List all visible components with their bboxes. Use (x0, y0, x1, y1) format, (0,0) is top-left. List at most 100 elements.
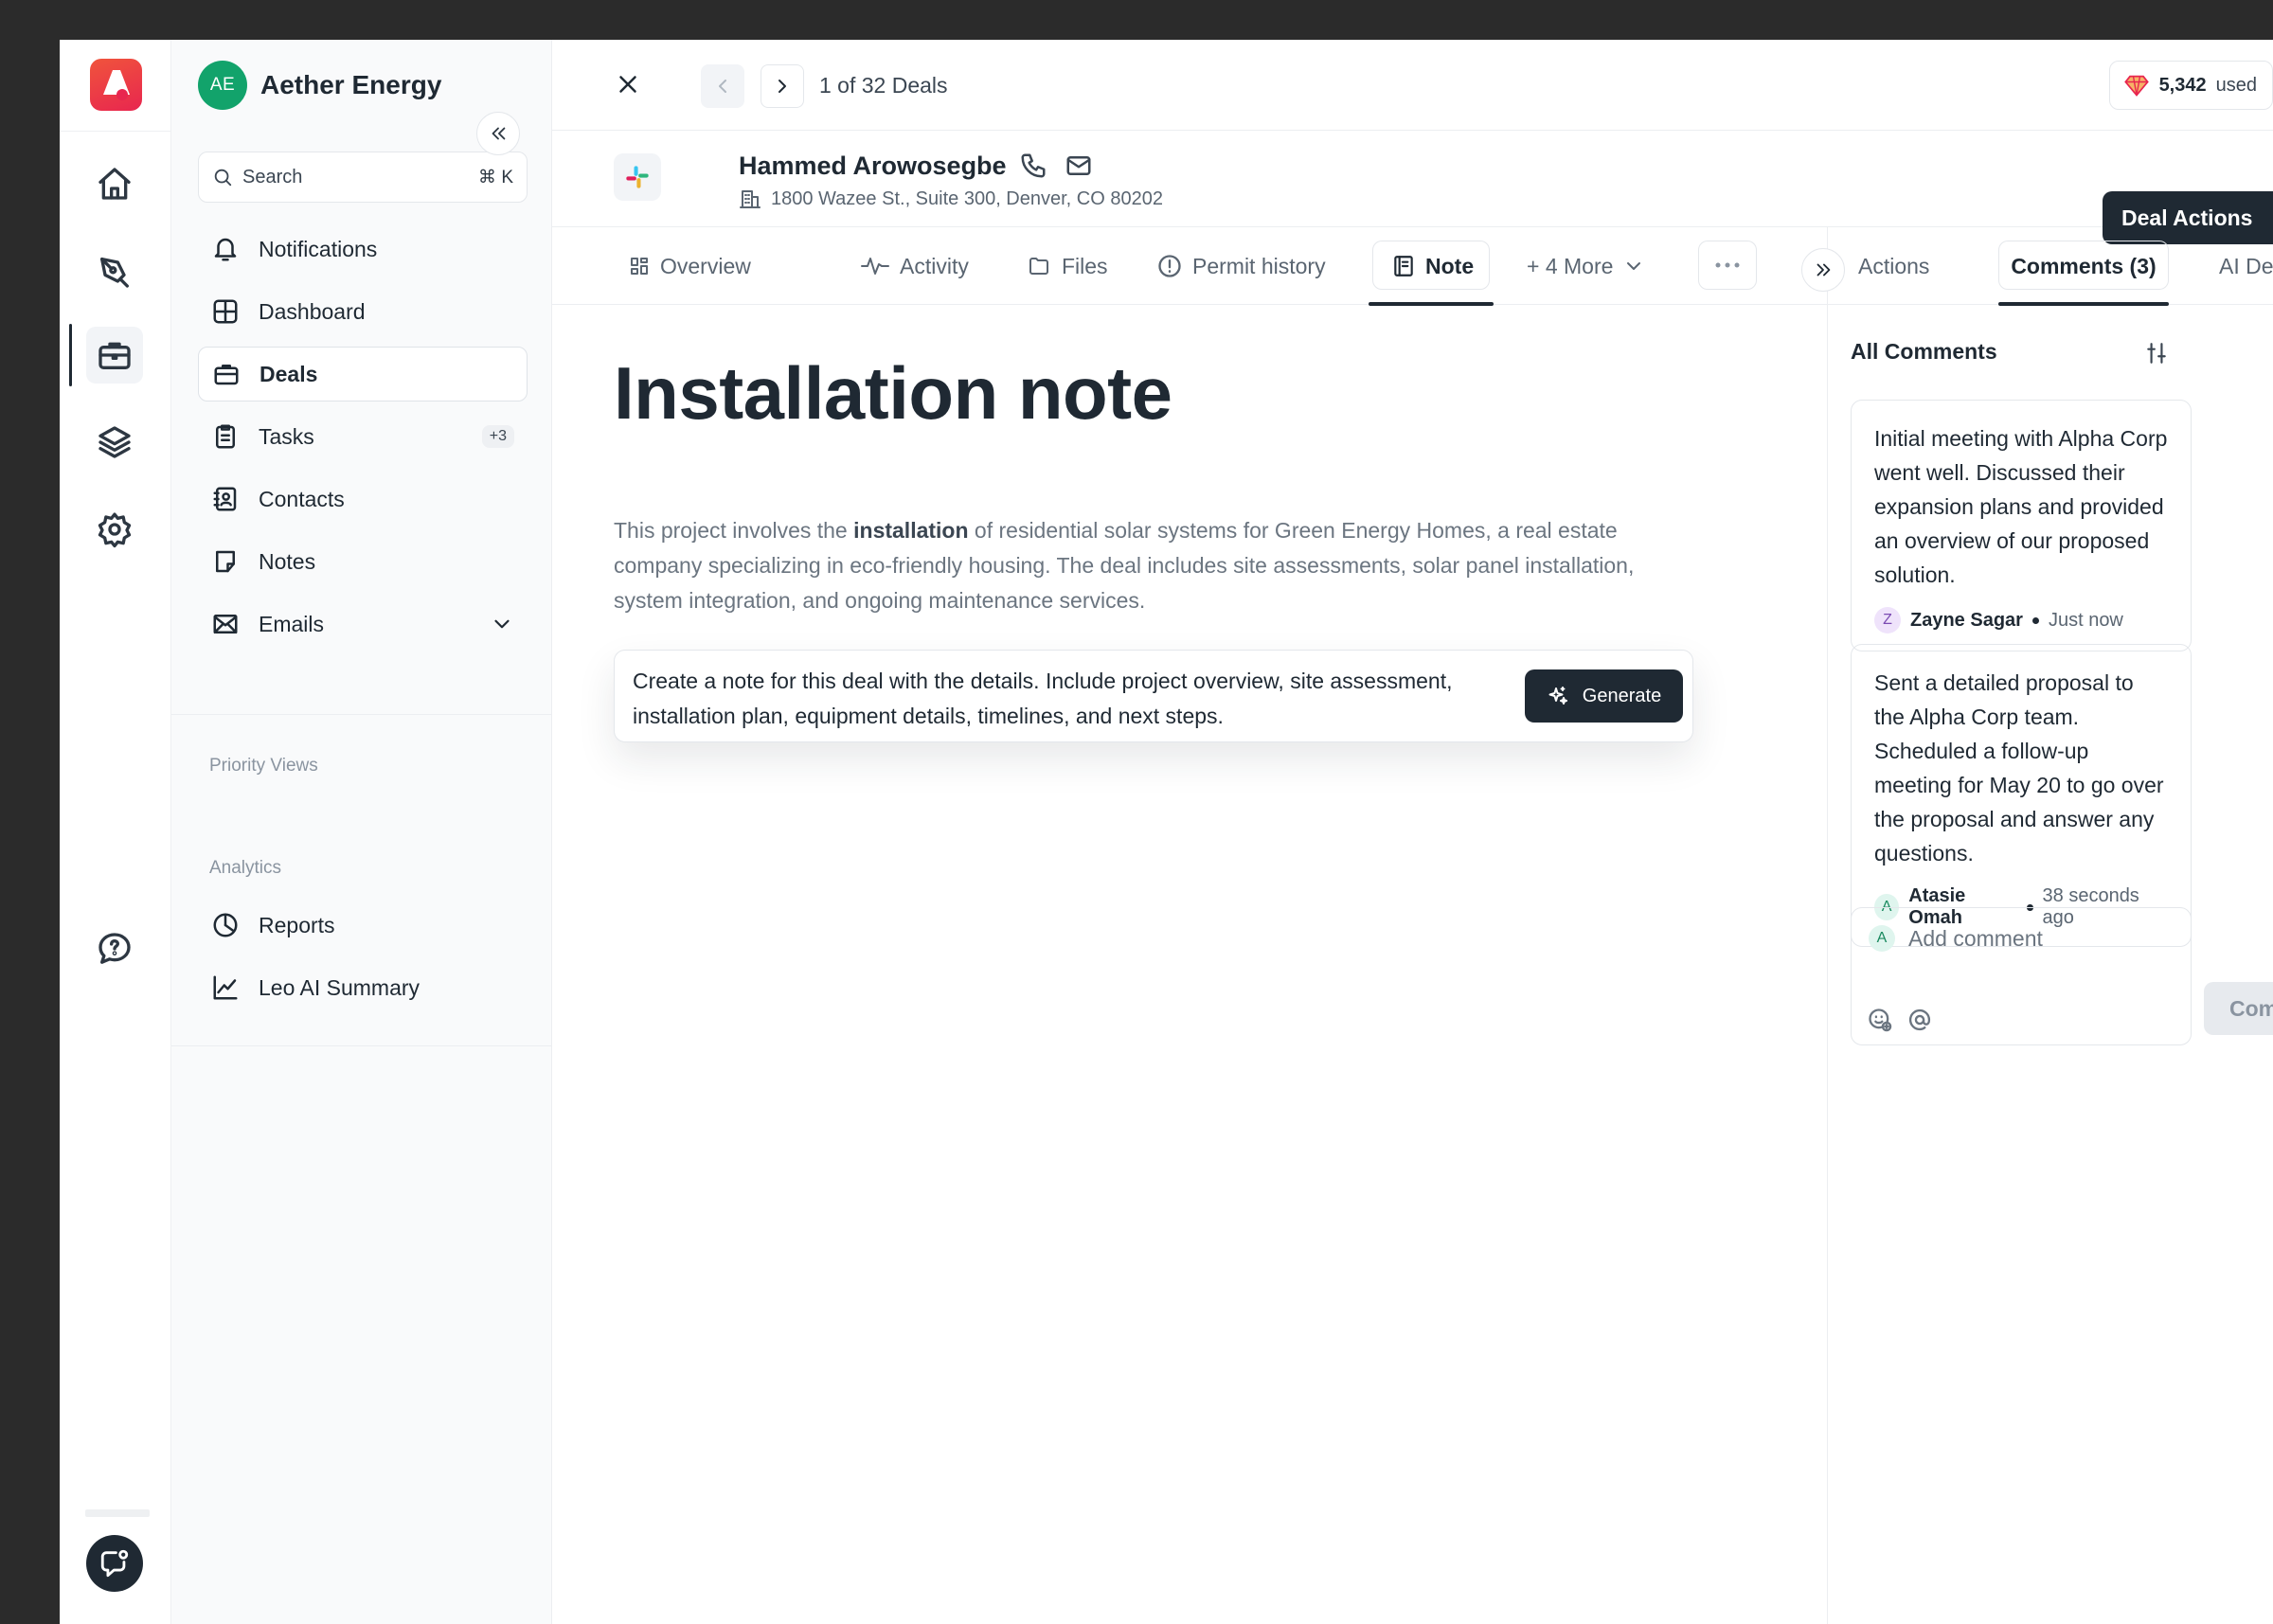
bell-icon (214, 238, 237, 261)
rail-bottom-divider (85, 1509, 150, 1517)
avatar: Z (1874, 607, 1901, 634)
clipboard-icon (216, 424, 235, 449)
collapse-sidebar-button[interactable] (476, 112, 520, 155)
sidebar: AE Aether Energy Search ⌘ K Notification… (171, 40, 552, 1624)
grid-small-icon (631, 258, 648, 275)
sidebar-item-label: Deals (260, 361, 318, 386)
comment-composer[interactable]: A Add comment Comment (1851, 907, 2273, 1045)
sidebar-item-label: Notifications (259, 236, 378, 261)
sidebar-item-dashboard[interactable]: Dashboard (198, 284, 528, 339)
emoji-add-icon[interactable] (1867, 1007, 1893, 1033)
note-body-text: This project involves the (614, 518, 854, 543)
activity-icon (861, 258, 889, 275)
ai-prompt-text[interactable]: Create a note for this deal with the det… (633, 664, 1504, 734)
double-chevron-right-icon (1817, 263, 1831, 277)
tab-ai-deal-score[interactable]: AI Deal Sco (2219, 227, 2273, 305)
top-bar: 1 of 32 Deals 5,342 used (552, 40, 2273, 131)
sidebar-item-tasks[interactable]: Tasks +3 (198, 409, 528, 464)
comment-text: Initial meeting with Alpha Corp went wel… (1874, 426, 2168, 587)
double-chevron-left-icon (492, 127, 506, 140)
sidebar-item-leo-ai-summary[interactable]: Leo AI Summary (198, 960, 528, 1015)
deal-pager-text: 1 of 32 Deals (819, 73, 948, 98)
tab-label: + 4 More (1527, 253, 1614, 278)
sidebar-item-reports[interactable]: Reports (198, 898, 528, 953)
tab-overview[interactable]: Overview (628, 227, 751, 305)
org-switcher[interactable]: AE Aether Energy (198, 61, 441, 110)
mail-icon[interactable] (1065, 152, 1093, 180)
rail-help-button[interactable] (86, 920, 143, 977)
rail-home-button[interactable] (86, 155, 143, 212)
home-icon (98, 168, 131, 200)
note-body-bold: installation (853, 518, 969, 543)
expand-panel-button[interactable] (1801, 248, 1845, 292)
pie-chart-icon (213, 913, 238, 937)
more-options-button[interactable] (1698, 241, 1757, 290)
sidebar-divider (171, 1045, 552, 1046)
comment-input[interactable]: Add comment (1908, 926, 2043, 952)
search-shortcut: ⌘ K (478, 167, 513, 187)
next-deal-button[interactable] (761, 64, 804, 108)
comments-panel: Actions Comments (3) AI Deal Sco All Com… (1801, 227, 2273, 1624)
comment-input-row: A Add comment (1869, 925, 2043, 952)
credits-value: 5,342 (2158, 74, 2207, 96)
note-title[interactable]: Installation note (614, 350, 1172, 437)
chevron-down-icon (1627, 262, 1641, 270)
search-icon (214, 169, 232, 187)
ellipsis-icon (1715, 262, 1740, 268)
phone-icon[interactable] (1019, 152, 1047, 180)
sidebar-item-contacts[interactable]: Contacts (198, 472, 528, 526)
filter-button[interactable] (2144, 341, 2169, 366)
close-button[interactable] (614, 70, 642, 98)
sidebar-item-label: Reports (259, 912, 335, 937)
app-window: AE Aether Energy Search ⌘ K Notification… (60, 40, 2273, 1624)
note-icon (216, 550, 235, 573)
sidebar-item-notes[interactable]: Notes (198, 534, 528, 589)
trend-line-icon (213, 975, 238, 1000)
grid-icon (213, 299, 238, 324)
sliders-icon (2147, 343, 2166, 364)
ai-prompt-box[interactable]: Create a note for this deal with the det… (614, 650, 1693, 742)
rail-deals-button[interactable] (86, 327, 143, 384)
contact-header: Hammed Arowosegbe 1800 Wazee St., Suite … (552, 131, 2273, 244)
tab-permit-history[interactable]: Permit history (1156, 227, 1326, 305)
contact-quick-actions (1019, 152, 1093, 180)
tab-note[interactable]: Note (1369, 227, 1494, 306)
chevron-down-icon[interactable] (490, 612, 514, 636)
rail-layers-button[interactable] (86, 414, 143, 471)
comment-card[interactable]: Initial meeting with Alpha Corp went wel… (1851, 400, 2192, 651)
sidebar-item-emails[interactable]: Emails (198, 597, 528, 651)
rail-pen-button[interactable] (86, 243, 143, 300)
contact-book-icon (213, 487, 237, 511)
tab-actions[interactable]: Actions (1858, 227, 1929, 305)
support-chat-button[interactable] (86, 1535, 143, 1592)
analytics-nav: Reports Leo AI Summary (198, 898, 528, 1023)
tab-comments[interactable]: Comments (3) (1998, 227, 2169, 306)
org-name: Aether Energy (260, 70, 442, 99)
search-input[interactable]: Search ⌘ K (198, 152, 528, 203)
mention-icon[interactable] (1906, 1007, 1933, 1033)
chevron-right-icon (779, 80, 786, 93)
logo-icon (103, 70, 130, 100)
note-body[interactable]: This project involves the installation o… (614, 513, 1693, 618)
generate-button[interactable]: Generate (1525, 669, 1683, 723)
contact-address-text: 1800 Wazee St., Suite 300, Denver, CO 80… (771, 187, 1163, 209)
sidebar-item-deals[interactable]: Deals (198, 347, 528, 402)
app-logo[interactable] (90, 59, 142, 111)
sidebar-item-notifications[interactable]: Notifications (198, 222, 528, 277)
tab-label: Actions (1858, 253, 1930, 278)
tab-activity[interactable]: Activity (860, 227, 969, 305)
previous-deal-button[interactable] (701, 64, 744, 108)
rail-settings-button[interactable] (86, 501, 143, 558)
comment-submit-button[interactable]: Comment (2204, 982, 2273, 1035)
sidebar-divider (171, 714, 552, 715)
company-logo (614, 153, 661, 201)
credits-usage-badge[interactable]: 5,342 used (2108, 61, 2273, 110)
credits-suffix: used (2215, 74, 2257, 96)
tab-files[interactable]: Files (1026, 227, 1108, 305)
comment-card[interactable]: Sent a detailed proposal to the Alpha Co… (1851, 644, 2192, 947)
help-chat-icon (98, 933, 131, 964)
mail-icon (213, 615, 238, 634)
tab-label: Files (1062, 253, 1108, 278)
tab-more[interactable]: + 4 More (1527, 227, 1645, 305)
chevron-left-icon (719, 80, 726, 93)
